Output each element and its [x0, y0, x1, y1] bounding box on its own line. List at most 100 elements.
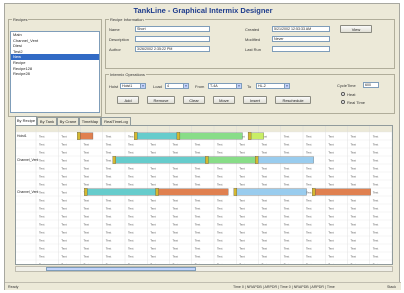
tab-realtimelog[interactable]: RealTimeLog [101, 117, 131, 125]
gantt-cell-text: Text [39, 223, 45, 227]
gantt-bar[interactable] [85, 188, 158, 196]
gantt-cell-text: Text [128, 135, 134, 139]
intermix-group-label: Intermix Operations [109, 72, 146, 77]
add-button[interactable]: Add [117, 96, 139, 104]
gantt-cell-text: Text [351, 151, 357, 155]
gantt-cell-text: Text [84, 159, 90, 163]
gantt-row-label: Channel_Vent [17, 158, 38, 162]
reschedule-button[interactable]: Reschedule [275, 96, 311, 104]
gantt-cell-text: Text [173, 207, 179, 211]
gantt-cell-text: Text [351, 255, 357, 259]
app-title: TankLine - Graphical Intermix Designer [133, 6, 273, 15]
load-select[interactable]: 4 ▼ [165, 83, 189, 89]
hoist-label: Hoist [109, 84, 119, 89]
gantt-cell-text: Text [128, 151, 134, 155]
gantt-cell-text: Text [173, 183, 179, 187]
gantt-cell-text: Text [328, 199, 334, 203]
real-time-radio[interactable] [341, 100, 345, 104]
gantt-cell-text: Text [306, 215, 312, 219]
remove-button[interactable]: Remove [147, 96, 175, 104]
gantt-cell-text: Text [262, 247, 268, 251]
gantt-cell-text: Text [351, 215, 357, 219]
tab-by-recipe[interactable]: By Recipe [15, 116, 37, 125]
gantt-cell-text: Text [328, 255, 334, 259]
gantt-cell-text: Text [128, 239, 134, 243]
clear-button[interactable]: Clear [183, 96, 205, 104]
move-button[interactable]: Move [213, 96, 235, 104]
gantt-cell-text: Text [106, 247, 112, 251]
recipe-list-item[interactable]: Recipe28 [11, 71, 99, 77]
gantt-bar[interactable] [135, 132, 179, 140]
from-select[interactable]: T-4A ▼ [208, 83, 242, 89]
created-label: Created [245, 27, 260, 32]
heat-radio[interactable] [341, 92, 345, 96]
gantt-cell-text: Text [39, 231, 45, 235]
gantt-cell-text: Text [150, 167, 156, 171]
gantt-cell-text: Text [239, 207, 245, 211]
gantt-bar[interactable] [235, 188, 307, 196]
gantt-cell-text: Text [306, 135, 312, 139]
hoist-select[interactable]: Hoist1 ▼ [120, 83, 146, 89]
gantt-cell-text: Text [328, 263, 334, 265]
recipes-list[interactable]: Main Channel_Vent Diesi Test2 New Recipe Recip… [10, 31, 100, 113]
gantt-header [16, 126, 392, 132]
tab-by-crane[interactable]: By Crane [57, 117, 79, 125]
gantt-cell-text: Text [217, 239, 223, 243]
name-label: Name [109, 27, 120, 32]
gantt-cell-text: Text [217, 223, 223, 227]
description-field[interactable] [135, 36, 210, 42]
gantt-cell-text: Text [217, 175, 223, 179]
gantt-bar[interactable] [249, 132, 264, 140]
created-field[interactable]: 5/21/2002 12:53:33 AM [272, 26, 330, 32]
name-field[interactable]: Short [135, 26, 210, 32]
gantt-cell-text: Text [39, 159, 45, 163]
gantt-cell-text: Text [173, 247, 179, 251]
author-field[interactable]: 3/26/2002 2:35:22 PM [135, 46, 210, 52]
tab-by-tank[interactable]: By Tank [37, 117, 57, 125]
gantt-cell-text: Text [239, 143, 245, 147]
gantt-cell-text: Text [39, 151, 45, 155]
hoist-marker-icon [77, 132, 81, 140]
gantt-cell-text: Text [262, 167, 268, 171]
gantt-cell-text: Text [351, 263, 357, 265]
modified-field[interactable]: Never [272, 36, 330, 42]
gantt-bar[interactable] [114, 156, 208, 164]
gantt-cell-text: Text [239, 255, 245, 259]
gantt-cell-text: Text [106, 175, 112, 179]
gantt-bar[interactable] [178, 132, 243, 140]
gantt-bar[interactable] [206, 156, 257, 164]
gantt-cell-text: Text [173, 215, 179, 219]
gantt-cell-text: Text [84, 151, 90, 155]
to-select[interactable]: HL-2 ▼ [256, 83, 290, 89]
gantt-cell-text: Text [84, 215, 90, 219]
gantt-cell-text: Text [306, 183, 312, 187]
view-button[interactable]: View [340, 25, 372, 33]
schedule-gantt[interactable]: Hoist1 Text Text Text Text Text Text Text Text Te… [15, 125, 393, 265]
gantt-bar[interactable] [256, 156, 314, 164]
gantt-bar[interactable] [78, 132, 94, 140]
gantt-cell-text: Text [128, 199, 134, 203]
gantt-cell-text: Text [84, 199, 90, 203]
gantt-cell-text: Text [61, 247, 67, 251]
chevron-down-icon: ▼ [183, 84, 188, 88]
last-run-field[interactable] [272, 46, 330, 52]
gantt-cell-text: Text [351, 159, 357, 163]
gantt-bar[interactable] [156, 188, 229, 196]
horizontal-scrollbar[interactable] [15, 266, 393, 272]
tab-timemap[interactable]: TimeMap [79, 117, 101, 125]
gantt-cell-text: Text [351, 231, 357, 235]
gantt-cell-text: Text [150, 175, 156, 179]
gantt-bar[interactable] [313, 188, 371, 196]
gantt-cell-text: Text [84, 263, 90, 265]
gantt-cell-text: Text [373, 143, 379, 147]
gantt-cell-text: Text [239, 247, 245, 251]
insert-button[interactable]: Insert [243, 96, 267, 104]
gantt-cell-text: Text [150, 239, 156, 243]
gantt-cell-text: Text [106, 135, 112, 139]
scrollbar-thumb[interactable] [46, 267, 196, 271]
gantt-cell-text: Text [262, 223, 268, 227]
cycle-time-field[interactable]: 600 [363, 82, 379, 88]
gantt-cell-text: Text [128, 183, 134, 187]
gantt-cell-text: Text [328, 151, 334, 155]
gantt-cell-text: Text [128, 223, 134, 227]
